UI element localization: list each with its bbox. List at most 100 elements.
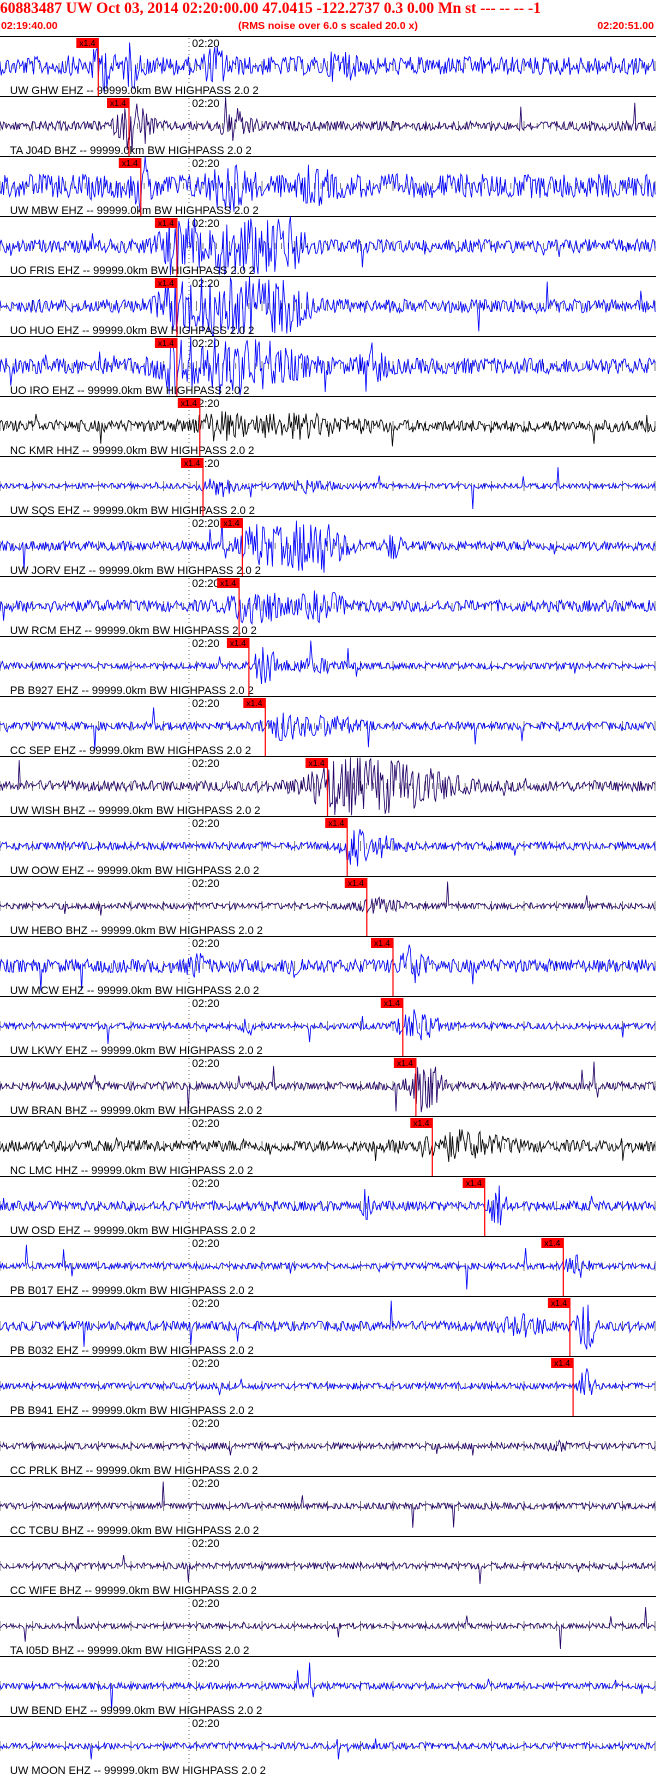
end-time-label: 02:20:51.00 [597,20,654,32]
pick-label: x1.4 [348,878,364,888]
minute-marker-label: 02:20 [192,158,220,170]
pick-label: x1.4 [309,758,325,768]
trace-row: 02:20 PB B927 EHZ -- 99999.0km BW HIGHPAS… [0,636,656,697]
trace-row: 02:20 CC WIFE BHZ -- 99999.0km BW HIGHPAS… [0,1536,656,1597]
station-label: UW HEBO BHZ -- 99999.0km BW HIGHPASS 2.0… [10,925,263,937]
station-label: UW BEND EHZ -- 99999.0km BW HIGHPASS 2.0… [10,1705,262,1717]
seismogram-record-section: 02:20UW GHW EHZ -- 99999.0km BW HIGHPASS… [0,36,656,1777]
minute-marker-label: 02:20 [192,1238,220,1250]
station-label: NC KMR HHZ -- 99999.0km BW HIGHPASS 2.0 … [10,445,254,457]
station-label: UW WISH BHZ -- 99999.0km BW HIGHPASS 2.0… [10,805,260,817]
pick-label: x1.4 [466,1178,482,1188]
minute-marker-label: 02:20 [192,1178,220,1190]
trace-row: 02:20 CC PRLK BHZ -- 99999.0km BW HIGHPAS… [0,1416,656,1477]
station-label: UW SQS EHZ -- 99999.0km BW HIGHPASS 2.0 … [10,505,255,517]
trace-row: 02:20 UW LKWY EHZ -- 99999.0km BW HIGHPAS… [0,996,656,1057]
trace-row: 02:20 NC LMC HHZ -- 99999.0km BW HIGHPASS… [0,1116,656,1177]
minute-marker-label: 02:20 [192,998,220,1010]
header: 60883487 UW Oct 03, 2014 02:20:00.00 47.… [0,0,656,36]
trace-row: 02:20 PB B941 EHZ -- 99999.0km BW HIGHPAS… [0,1356,656,1417]
pick-label: x1.4 [181,398,197,408]
minute-marker-label: 02:20 [192,758,220,770]
trace-row: 02:20UO IRO EHZ -- 99999.0km BW HIGHPASS… [0,336,656,397]
station-label: UW MBW EHZ -- 99999.0km BW HIGHPASS 2.0 … [10,205,259,217]
trace-row: 02:20UW SQS EHZ -- 99999.0km BW HIGHPASS… [0,456,656,517]
trace-row: 02:20 UW BRAN BHZ -- 99999.0km BW HIGHPAS… [0,1056,656,1117]
minute-marker-label: 02:20 [192,938,220,950]
pick-label: x1.4 [544,1238,560,1248]
pick-label: x1.4 [413,1118,429,1128]
trace-row: 02:20 UW JORV EHZ -- 99999.0km BW HIGHPAS… [0,516,656,577]
minute-marker-label: 02:20 [192,698,220,710]
event-title: 60883487 UW Oct 03, 2014 02:20:00.00 47.… [0,0,541,17]
pick-label: x1.4 [122,158,138,168]
trace-row: 02:20 UO FRIS EHZ -- 99999.0km BW HIGHPAS… [0,216,656,277]
pick-label: x1.4 [246,698,262,708]
trace-row: 02:20 TA J04D BHZ -- 99999.0km BW HIGHPAS… [0,96,656,157]
pick-label: x1.4 [79,38,95,48]
pick-label: x1.4 [551,1298,567,1308]
trace-row: 02:20 PB B017 EHZ -- 99999.0km BW HIGHPAS… [0,1236,656,1297]
minute-marker-label: 02:20 [192,1358,220,1370]
trace-row: 02:20 CC SEP EHZ -- 99999.0km BW HIGHPASS… [0,696,656,757]
station-label: PB B941 EHZ -- 99999.0km BW HIGHPASS 2.0… [10,1405,254,1417]
minute-marker-label: 02:20 [192,1478,220,1490]
trace-row: 02:20 UW WISH BHZ -- 99999.0km BW HIGHPAS… [0,756,656,817]
trace-row: 02:20 TA I05D BHZ -- 99999.0km BW HIGHPAS… [0,1596,656,1657]
station-label: UW MOON EHZ -- 99999.0km BW HIGHPASS 2.0… [10,1765,266,1777]
trace-row: 02:20 UW MBW EHZ -- 99999.0km BW HIGHPASS… [0,156,656,217]
minute-marker-label: 02:20 [192,638,220,650]
station-label: UW MCW EHZ -- 99999.0km BW HIGHPASS 2.0 … [10,985,259,997]
trace-row: 02:20NC KMR HHZ -- 99999.0km BW HIGHPASS… [0,396,656,457]
pick-label: x1.4 [110,98,126,108]
minute-marker-label: 02:20 [192,1718,220,1730]
station-label: UW LKWY EHZ -- 99999.0km BW HIGHPASS 2.0… [10,1045,263,1057]
station-label: CC WIFE BHZ -- 99999.0km BW HIGHPASS 2.0… [10,1585,257,1597]
station-label: UO FRIS EHZ -- 99999.0km BW HIGHPASS 2.0… [10,265,255,277]
station-label: UO IRO EHZ -- 99999.0km BW HIGHPASS 2.0 … [10,385,249,397]
station-label: UW RCM EHZ -- 99999.0km BW HIGHPASS 2.0 … [10,625,257,637]
trace-row: 02:20 UW MCW EHZ -- 99999.0km BW HIGHPASS… [0,936,656,997]
station-label: CC PRLK BHZ -- 99999.0km BW HIGHPASS 2.0… [10,1465,258,1477]
trace-row: 02:20 UW MOON EHZ -- 99999.0km BW HIGHPAS… [0,1716,656,1777]
pick-label: x1.4 [230,638,246,648]
pick-label: x1.4 [220,578,236,588]
rms-note: (RMS noise over 6.0 s scaled 20.0 x) [238,20,418,32]
station-label: PB B032 EHZ -- 99999.0km BW HIGHPASS 2.0… [10,1345,254,1357]
trace-row: 02:20 UW HEBO BHZ -- 99999.0km BW HIGHPAS… [0,876,656,937]
station-label: UO HUO EHZ -- 99999.0km BW HIGHPASS 2.0 … [10,325,254,337]
minute-marker-label: 02:20 [192,878,220,890]
station-label: CC SEP EHZ -- 99999.0km BW HIGHPASS 2.0 … [10,745,251,757]
station-label: NC LMC HHZ -- 99999.0km BW HIGHPASS 2.0 … [10,1165,253,1177]
pick-label: x1.4 [384,998,400,1008]
minute-marker-label: 02:20 [192,1658,220,1670]
station-label: PB B017 EHZ -- 99999.0km BW HIGHPASS 2.0… [10,1285,254,1297]
pick-label: x1.4 [374,938,390,948]
minute-marker-label: 02:20 [192,1298,220,1310]
trace-row: 02:20 UW OSD EHZ -- 99999.0km BW HIGHPASS… [0,1176,656,1237]
trace-row: 02:20 UW RCM EHZ -- 99999.0km BW HIGHPASS… [0,576,656,637]
minute-marker-label: 02:20 [192,818,220,830]
station-label: UW OOW EHZ -- 99999.0km BW HIGHPASS 2.0 … [10,865,259,877]
minute-marker-label: 02:20 [192,38,220,50]
station-label: TA I05D BHZ -- 99999.0km BW HIGHPASS 2.0… [10,1645,249,1657]
minute-marker-label: 02:20 [192,1598,220,1610]
minute-marker-label: 02:20 [192,218,220,230]
pick-label: x1.4 [397,1058,413,1068]
station-label: UW JORV EHZ -- 99999.0km BW HIGHPASS 2.0… [10,565,261,577]
trace-row: 02:20 UW BEND EHZ -- 99999.0km BW HIGHPAS… [0,1656,656,1717]
trace-row: 02:20 UW OOW EHZ -- 99999.0km BW HIGHPASS… [0,816,656,877]
trace-row: 02:20 UO HUO EHZ -- 99999.0km BW HIGHPASS… [0,276,656,337]
minute-marker-label: 02:20 [192,578,220,590]
trace-row: 02:20 UW GHW EHZ -- 99999.0km BW HIGHPASS… [0,36,656,97]
pick-label: x1.4 [328,818,344,828]
station-label: UW OSD EHZ -- 99999.0km BW HIGHPASS 2.0 … [10,1225,256,1237]
trace-row: 02:20 PB B032 EHZ -- 99999.0km BW HIGHPAS… [0,1296,656,1357]
minute-marker-label: 02:20 [192,1058,220,1070]
station-label: TA J04D BHZ -- 99999.0km BW HIGHPASS 2.0… [10,145,252,157]
trace-row: 02:20 CC TCBU BHZ -- 99999.0km BW HIGHPAS… [0,1476,656,1537]
pick-label: x1.4 [158,338,174,348]
pick-label: x1.4 [158,278,174,288]
minute-marker-label: 02:20 [192,98,220,110]
station-label: PB B927 EHZ -- 99999.0km BW HIGHPASS 2.0… [10,685,254,697]
